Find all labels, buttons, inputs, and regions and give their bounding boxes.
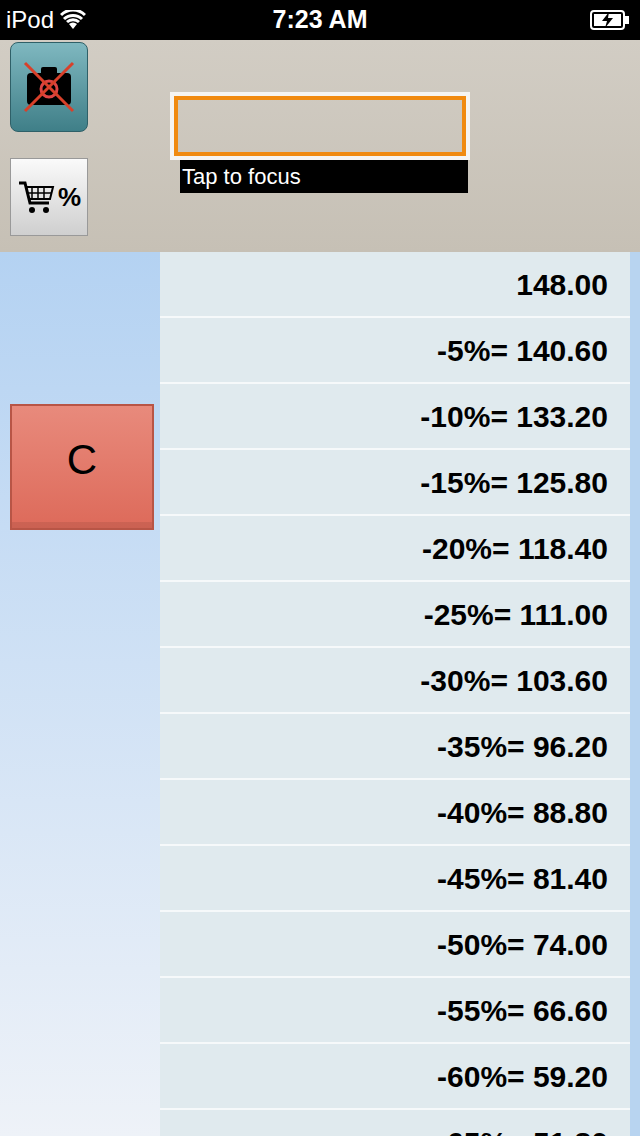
result-text: -20%= 118.40 [422, 526, 608, 571]
result-row[interactable]: -5%= 140.60 [160, 318, 630, 384]
result-row[interactable]: 148.00 [160, 252, 630, 318]
result-text: 148.00 [516, 262, 608, 307]
percent-glyph: % [58, 178, 81, 217]
result-row[interactable]: -65%= 51.80 [160, 1110, 630, 1136]
status-bar: iPod 7:23 AM [0, 0, 640, 40]
battery-icon [590, 10, 630, 30]
result-row[interactable]: -20%= 118.40 [160, 516, 630, 582]
camera-preview[interactable]: % Tap to focus [0, 40, 640, 252]
clear-label: C [67, 428, 97, 491]
clock: 7:23 AM [273, 1, 368, 39]
result-text: -30%= 103.60 [420, 658, 608, 703]
scroll-strip [630, 252, 640, 1136]
result-text: -55%= 66.60 [437, 988, 608, 1033]
result-row[interactable]: -10%= 133.20 [160, 384, 630, 450]
result-row[interactable]: -15%= 125.80 [160, 450, 630, 516]
result-row[interactable]: -45%= 81.40 [160, 846, 630, 912]
result-text: -40%= 88.80 [437, 790, 608, 835]
result-text: -50%= 74.00 [437, 922, 608, 967]
discount-button[interactable]: % [10, 158, 88, 236]
carrier: iPod [6, 2, 54, 38]
result-text: -25%= 111.00 [424, 592, 608, 637]
result-text: -5%= 140.60 [437, 328, 608, 373]
result-row[interactable]: -60%= 59.20 [160, 1044, 630, 1110]
result-text: -45%= 81.40 [437, 856, 608, 901]
result-text: -60%= 59.20 [437, 1054, 608, 1099]
result-text: -10%= 133.20 [420, 394, 608, 439]
camera-toggle-button[interactable] [10, 42, 88, 132]
result-row[interactable]: -55%= 66.60 [160, 978, 630, 1044]
camera-icon [21, 59, 77, 115]
result-text: -65%= 51.80 [437, 1120, 608, 1136]
result-row[interactable]: -30%= 103.60 [160, 648, 630, 714]
wifi-icon [60, 10, 86, 30]
result-row[interactable]: -35%= 96.20 [160, 714, 630, 780]
focus-box[interactable] [170, 92, 470, 160]
result-row[interactable]: -25%= 111.00 [160, 582, 630, 648]
side-panel: C [0, 252, 160, 1136]
focus-hint: Tap to focus [180, 160, 468, 193]
clear-button[interactable]: C [10, 404, 154, 530]
result-text: -35%= 96.20 [437, 724, 608, 769]
result-row[interactable]: -50%= 74.00 [160, 912, 630, 978]
results-list[interactable]: 148.00 -5%= 140.60 -10%= 133.20 -15%= 125.8… [160, 252, 630, 1136]
cart-icon [17, 177, 57, 217]
result-text: -15%= 125.80 [420, 460, 608, 505]
result-row[interactable]: -40%= 88.80 [160, 780, 630, 846]
